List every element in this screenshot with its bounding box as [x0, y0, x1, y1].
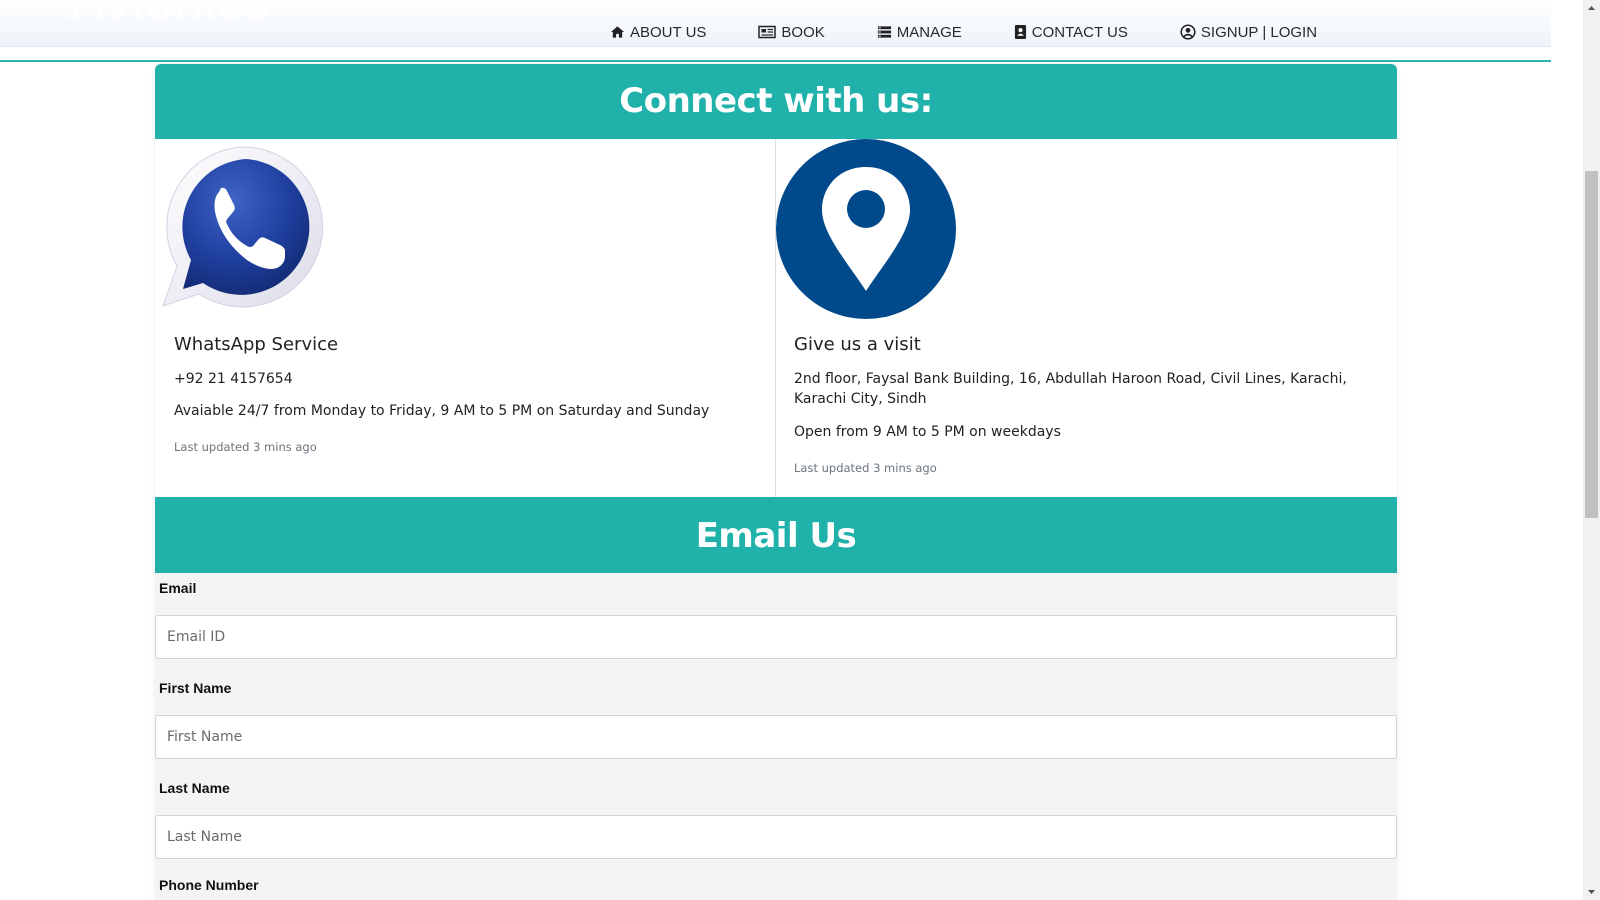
- connect-heading: Connect with us:: [155, 64, 1397, 139]
- scroll-down-arrow-icon[interactable]: [1583, 883, 1600, 900]
- whatsapp-title: WhatsApp Service: [174, 334, 339, 355]
- scroll-thumb[interactable]: [1585, 171, 1598, 518]
- list-icon: [877, 26, 891, 38]
- email-form: Email First Name Last Name Phone Number: [155, 573, 1397, 900]
- nav-book-label: BOOK: [781, 23, 825, 41]
- visit-updated: Last updated 3 mins ago: [794, 461, 937, 475]
- page-scrollbar[interactable]: [1583, 0, 1600, 900]
- map-pin-icon: [776, 139, 956, 319]
- contact-options: WhatsApp Service +92 21 4157654 Avaiable…: [155, 139, 1397, 497]
- whatsapp-icon: [162, 146, 324, 308]
- last-name-input[interactable]: [155, 815, 1397, 859]
- nav-signup-login[interactable]: SIGNUP | LOGIN: [1180, 24, 1317, 41]
- header-divider: [0, 60, 1551, 62]
- nav-signup-login-label: SIGNUP | LOGIN: [1200, 23, 1318, 41]
- visit-title: Give us a visit: [794, 334, 921, 355]
- brand-logo-text[interactable]: Avionics: [70, 0, 271, 32]
- home-icon: [610, 26, 625, 38]
- scroll-up-arrow-icon[interactable]: [1583, 0, 1600, 17]
- nav-manage[interactable]: MANAGE: [877, 24, 962, 41]
- top-navbar: Avionics ABOUT US BOOK MANAGE CONTACT US…: [0, 0, 1551, 47]
- nav-contact-us-label: CONTACT US: [1031, 23, 1128, 41]
- visit-hours: Open from 9 AM to 5 PM on weekdays: [794, 424, 1061, 440]
- main-nav: ABOUT US BOOK MANAGE CONTACT US SIGNUP |…: [610, 21, 1317, 43]
- email-heading: Email Us: [155, 497, 1397, 573]
- contact-card: Connect with us: WhatsApp Service +92 21…: [155, 64, 1397, 900]
- newspaper-icon: [758, 25, 777, 39]
- phone-number-label: Phone Number: [159, 877, 259, 893]
- whatsapp-updated: Last updated 3 mins ago: [174, 440, 317, 454]
- visit-address: 2nd floor, Faysal Bank Building, 16, Abd…: [794, 371, 1347, 407]
- user-circle-icon: [1180, 24, 1196, 40]
- nav-contact-us[interactable]: CONTACT US: [1014, 24, 1128, 41]
- nav-about-us-label: ABOUT US: [630, 23, 707, 41]
- nav-book[interactable]: BOOK: [758, 23, 825, 41]
- last-name-label: Last Name: [159, 780, 230, 796]
- email-input[interactable]: [155, 615, 1397, 659]
- whatsapp-availability: Avaiable 24/7 from Monday to Friday, 9 A…: [174, 403, 710, 419]
- nav-manage-label: MANAGE: [896, 23, 962, 41]
- address-book-icon: [1014, 25, 1026, 39]
- nav-about-us[interactable]: ABOUT US: [610, 24, 706, 41]
- whatsapp-card: WhatsApp Service +92 21 4157654 Avaiable…: [155, 139, 776, 497]
- email-label: Email: [159, 580, 197, 596]
- first-name-label: First Name: [159, 680, 232, 696]
- whatsapp-phone: +92 21 4157654: [174, 371, 293, 387]
- first-name-input[interactable]: [155, 715, 1397, 759]
- visit-card: Give us a visit 2nd floor, Faysal Bank B…: [776, 139, 1397, 497]
